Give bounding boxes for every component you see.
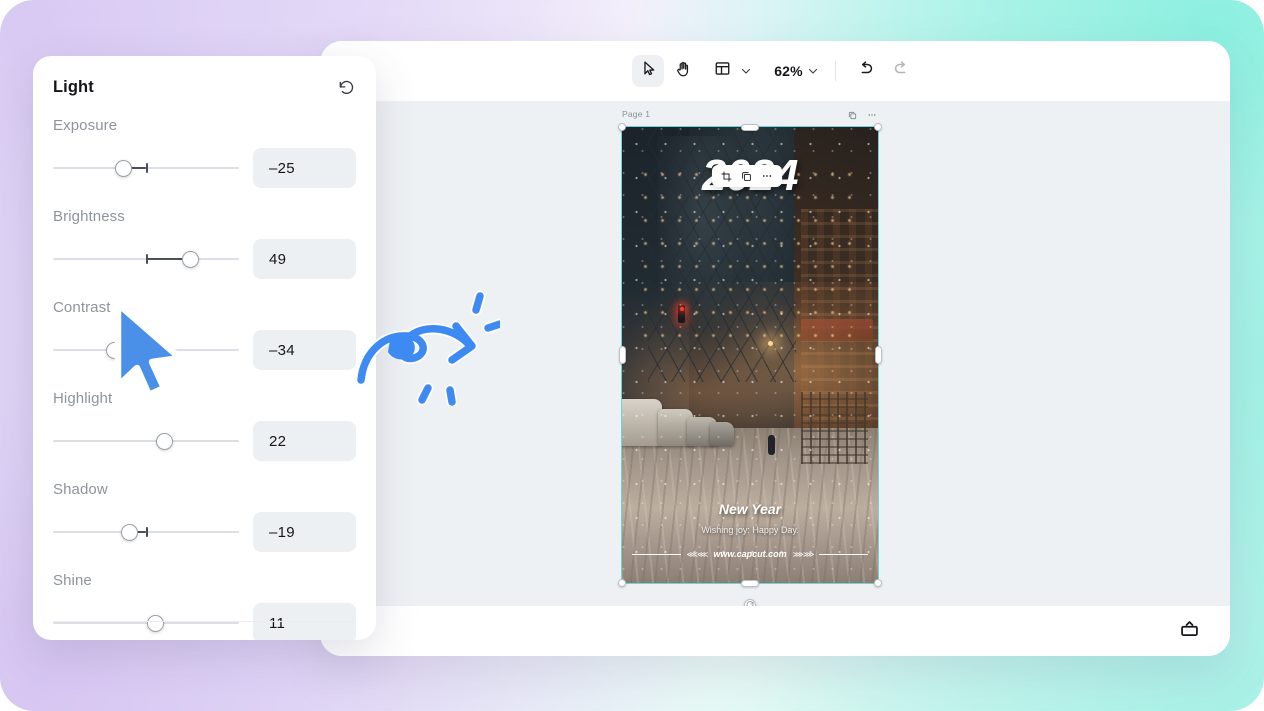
controls-list: Exposure –25 Brightness 49 Contrast –34 Highli… [53, 117, 356, 640]
slider-center-tick [146, 254, 148, 264]
resize-handle-top-left[interactable] [618, 123, 626, 131]
page-corner-icons[interactable] [848, 110, 877, 120]
page-backdrop: 62% [0, 0, 1264, 711]
slider-brightness[interactable] [53, 248, 239, 270]
control-label: Exposure [53, 117, 356, 134]
selection-float-toolbar[interactable] [712, 165, 782, 187]
layout-chevron-down-icon[interactable] [740, 65, 752, 77]
undo-button[interactable] [850, 55, 882, 87]
control-row: –25 [53, 148, 356, 188]
toolbar-divider [835, 61, 836, 81]
slider-thumb[interactable] [147, 615, 164, 632]
layout-grid-icon [714, 60, 731, 82]
crop-icon[interactable] [721, 171, 732, 182]
resize-handle-bottom[interactable] [741, 580, 759, 587]
resize-handle-left[interactable] [619, 346, 626, 364]
control-shine: Shine11 [53, 572, 356, 640]
zoom-chevron-down-icon[interactable] [807, 65, 819, 77]
control-row: –19 [53, 512, 356, 552]
url-chevrons-right: ⋙⋙ [793, 550, 814, 559]
resize-handle-top[interactable] [741, 124, 759, 131]
slider-center-tick [146, 345, 148, 355]
url-chevrons-left: ⋘⋘ [687, 550, 708, 559]
artboard-selection[interactable]: 2024 New Year Wishing joy: Happy Day. ⋘⋘… [622, 127, 878, 583]
layout-tool-button[interactable] [706, 55, 738, 87]
editor-toolbar: 62% [320, 41, 1230, 101]
slider-exposure[interactable] [53, 157, 239, 179]
undo-icon [856, 59, 875, 83]
slider-highlight[interactable] [53, 430, 239, 452]
light-adjustment-panel: Light Exposure –25 Brightness 49 Contrast –34… [33, 56, 376, 640]
zoom-level-label[interactable]: 62% [772, 63, 805, 79]
poster-url-text: www.capcut.com [713, 549, 786, 559]
control-row: –34 [53, 330, 356, 370]
export-button[interactable] [1172, 614, 1206, 648]
select-cursor-icon [640, 60, 657, 82]
control-label: Shine [53, 572, 356, 589]
poster-headline-text: New Year [622, 501, 878, 517]
resize-handle-right[interactable] [875, 346, 882, 364]
panel-header: Light [53, 78, 356, 97]
slider-thumb[interactable] [156, 433, 173, 450]
value-input-brightness[interactable]: 49 [253, 239, 356, 279]
more-horizontal-icon[interactable] [867, 110, 877, 120]
control-exposure: Exposure –25 [53, 117, 356, 188]
redo-icon [892, 59, 911, 83]
resize-handle-bottom-right[interactable] [874, 579, 882, 587]
slider-center-tick [146, 527, 148, 537]
page-label: Page 1 [622, 109, 650, 119]
slider-thumb[interactable] [182, 251, 199, 268]
control-label: Brightness [53, 208, 356, 225]
slider-thumb[interactable] [115, 160, 132, 177]
slider-track [53, 440, 239, 442]
control-shadow: Shadow –19 [53, 481, 356, 552]
slider-contrast[interactable] [53, 339, 239, 361]
value-input-shadow[interactable]: –19 [253, 512, 356, 552]
control-row: 22 [53, 421, 356, 461]
slider-thumb[interactable] [121, 524, 138, 541]
control-brightness: Brightness 49 [53, 208, 356, 279]
duplicate-icon[interactable] [848, 111, 857, 120]
slider-center-tick [146, 163, 148, 173]
url-rule-right [819, 554, 868, 555]
control-contrast: Contrast –34 [53, 299, 356, 370]
export-upload-icon [1179, 618, 1200, 644]
select-tool-button[interactable] [632, 55, 664, 87]
control-label: Shadow [53, 481, 356, 498]
control-label: Contrast [53, 299, 356, 316]
poster-tagline-text: Wishing joy: Happy Day. [622, 525, 878, 535]
control-label: Highlight [53, 390, 356, 407]
control-highlight: Highlight 22 [53, 390, 356, 461]
panel-footer-divider [53, 621, 356, 622]
more-horizontal-icon[interactable] [761, 170, 773, 182]
redo-button[interactable] [886, 55, 918, 87]
layout-tool-group[interactable] [704, 55, 754, 87]
slider-shine[interactable] [53, 612, 239, 634]
control-row: 49 [53, 239, 356, 279]
zoom-control-group[interactable]: 62% [770, 63, 821, 79]
rotate-handle[interactable] [744, 599, 756, 606]
duplicate-icon[interactable] [741, 171, 752, 182]
canvas-area[interactable]: Page 1 [320, 101, 1230, 606]
app-window: 62% [320, 41, 1230, 656]
slider-shadow[interactable] [53, 521, 239, 543]
panel-title: Light [53, 78, 94, 97]
url-rule-left [632, 554, 681, 555]
poster-artboard[interactable]: 2024 New Year Wishing joy: Happy Day. ⋘⋘… [622, 127, 878, 583]
hand-icon [675, 60, 693, 83]
value-input-exposure[interactable]: –25 [253, 148, 356, 188]
value-input-highlight[interactable]: 22 [253, 421, 356, 461]
slider-thumb[interactable] [106, 342, 123, 359]
resize-handle-top-right[interactable] [874, 123, 882, 131]
value-input-contrast[interactable]: –34 [253, 330, 356, 370]
resize-handle-bottom-left[interactable] [618, 579, 626, 587]
poster-url-row: ⋘⋘ www.capcut.com ⋙⋙ [632, 549, 868, 559]
bottom-bar [320, 606, 1230, 656]
hand-tool-button[interactable] [668, 55, 700, 87]
reset-icon[interactable] [337, 78, 356, 97]
